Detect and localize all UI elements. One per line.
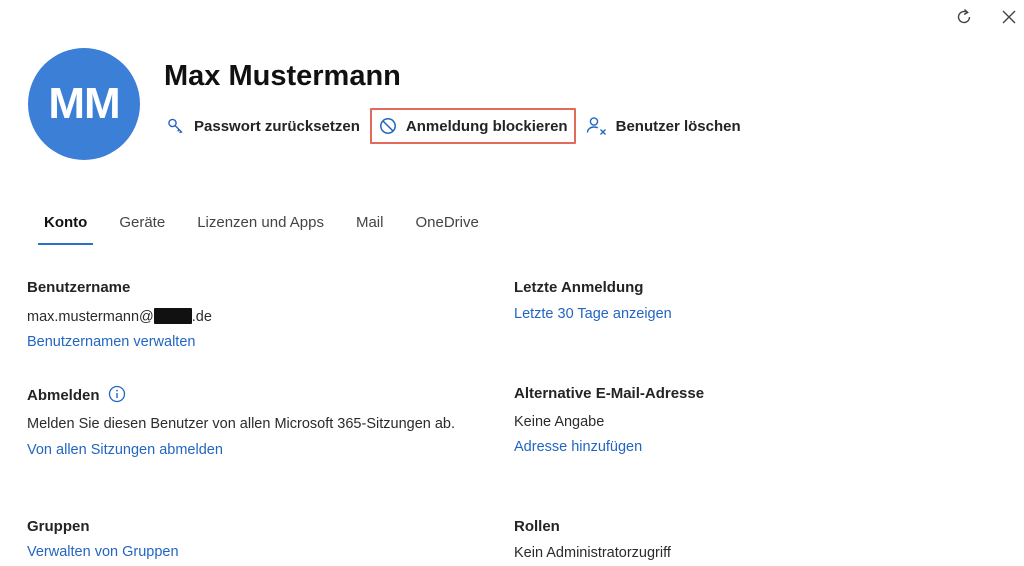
alt-email-label: Alternative E-Mail-Adresse	[514, 385, 705, 402]
groups-section: Gruppen Verwalten von Gruppen	[27, 518, 179, 560]
block-icon	[379, 118, 396, 134]
manage-groups-link[interactable]: Verwalten von Gruppen	[27, 544, 179, 560]
tab-mail[interactable]: Mail	[340, 206, 400, 245]
alt-email-value: Keine Angabe	[514, 414, 605, 430]
signout-section: Abmelden Melden Sie diesen Benutzer von …	[27, 385, 477, 458]
user-name: Max Mustermann	[164, 60, 401, 92]
signout-description: Melden Sie diesen Benutzer von allen Mic…	[27, 416, 456, 432]
tab-bar: Konto Geräte Lizenzen und Apps Mail OneD…	[28, 206, 495, 245]
block-signin-button[interactable]: Anmeldung blockieren	[369, 108, 576, 144]
signout-label: Abmelden	[27, 387, 100, 404]
add-address-link[interactable]: Adresse hinzufügen	[514, 439, 642, 455]
close-icon	[1002, 10, 1016, 24]
refresh-icon	[957, 8, 971, 24]
block-signin-label: Anmeldung blockieren	[405, 117, 568, 135]
reset-password-button[interactable]: Passwort zurücksetzen	[160, 108, 366, 144]
delete-user-label: Benutzer löschen	[615, 117, 741, 135]
reset-password-label: Passwort zurücksetzen	[194, 117, 360, 135]
signout-all-sessions-link[interactable]: Von allen Sitzungen abmelden	[27, 442, 223, 458]
username-section: Benutzername max.mustermann@ .de Benutzer…	[27, 279, 212, 350]
signout-label-row: Abmelden	[27, 385, 477, 404]
tab-geraete[interactable]: Geräte	[103, 206, 181, 245]
delete-user-icon	[586, 117, 606, 135]
info-icon[interactable]	[108, 385, 126, 403]
tab-onedrive[interactable]: OneDrive	[399, 206, 494, 245]
alt-email-section: Alternative E-Mail-Adresse Keine Angabe …	[514, 385, 704, 455]
roles-section: Rollen Kein Administratorzugriff	[514, 518, 671, 564]
redacted-domain	[153, 308, 192, 324]
roles-label: Rollen	[514, 518, 560, 535]
tab-lizenzen-und-apps[interactable]: Lizenzen und Apps	[181, 206, 340, 245]
close-button[interactable]	[998, 6, 1020, 28]
tab-konto[interactable]: Konto	[28, 206, 103, 245]
groups-label: Gruppen	[27, 518, 90, 535]
username-value-prefix: max.mustermann@	[27, 309, 154, 325]
manage-usernames-link[interactable]: Benutzernamen verwalten	[27, 334, 195, 350]
key-icon	[168, 118, 183, 134]
last-30-days-link[interactable]: Letzte 30 Tage anzeigen	[514, 306, 672, 322]
username-label: Benutzername	[27, 279, 131, 296]
last-signin-section: Letzte Anmeldung Letzte 30 Tage anzeigen	[514, 279, 672, 322]
refresh-button[interactable]	[953, 6, 975, 28]
username-value: max.mustermann@ .de	[27, 306, 212, 328]
last-signin-label: Letzte Anmeldung	[514, 279, 644, 296]
username-value-suffix: .de	[191, 309, 212, 325]
avatar: MM	[28, 48, 140, 160]
delete-user-button[interactable]: Benutzer löschen	[580, 108, 747, 144]
action-bar: Passwort zurücksetzen Anmeldung blockier…	[160, 108, 747, 144]
roles-value: Kein Administratorzugriff	[514, 545, 671, 561]
